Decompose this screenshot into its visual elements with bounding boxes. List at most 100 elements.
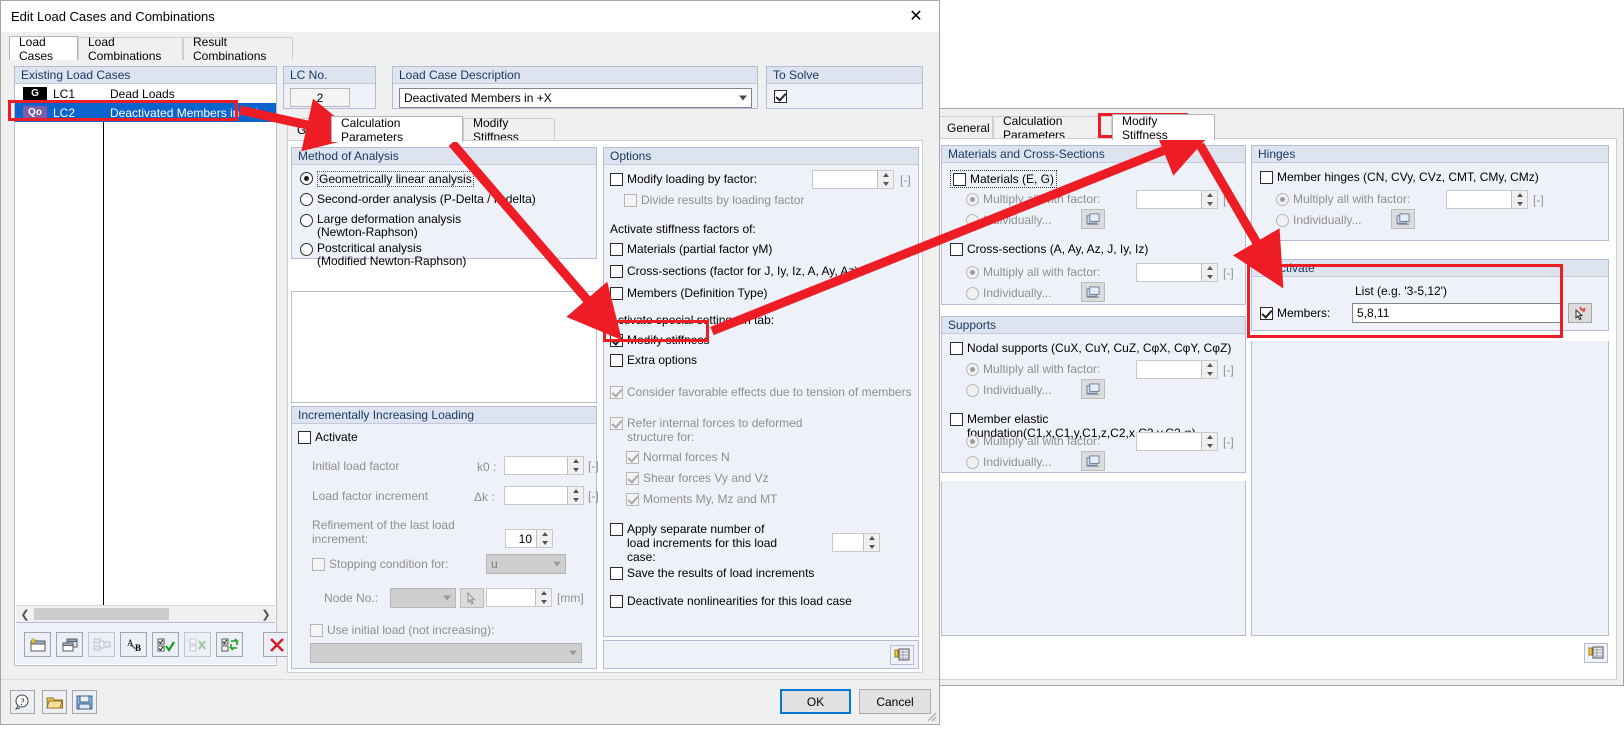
tab-modify-stiffness[interactable]: Modify Stiffness <box>1112 114 1215 142</box>
close-icon[interactable]: ✕ <box>893 1 939 31</box>
deactivate-members-input[interactable]: 5,8,11 <box>1352 303 1562 323</box>
materials-individually-radio[interactable]: Individually... <box>966 213 1051 227</box>
deactivate-members-checkbox[interactable]: Members: <box>1260 306 1330 320</box>
options-settings-table-button[interactable] <box>890 645 914 665</box>
spinner-buttons[interactable] <box>877 171 893 188</box>
modify-loading-by-factor-checkbox[interactable]: Modify loading by factor: <box>610 172 757 186</box>
nodal-individually-radio[interactable]: Individually... <box>966 383 1051 397</box>
spinner-buttons[interactable] <box>1201 433 1217 450</box>
normal-forces-checkbox[interactable]: Normal forces N <box>626 450 730 464</box>
use-initial-load-checkbox[interactable]: Use initial load (not increasing): <box>310 623 494 637</box>
member-hinges-checkbox[interactable]: Member hinges (CN, CVy, CVz, CMT, CMy, C… <box>1260 170 1539 184</box>
help-icon[interactable]: ? <box>10 690 35 714</box>
modify-loading-factor-spinner[interactable] <box>812 170 894 189</box>
cross-sections-table-edit-button[interactable] <box>1081 282 1105 302</box>
hinges-factor-spinner[interactable] <box>1446 190 1528 209</box>
load-factor-increment-spinner[interactable] <box>504 486 584 505</box>
apply-separate-increments-spinner[interactable] <box>832 533 880 552</box>
stiffness-members-checkbox[interactable]: Members (Definition Type) <box>610 286 768 300</box>
modify-stiffness-checkbox[interactable]: Modify stiffness <box>610 333 709 347</box>
spinner-buttons[interactable] <box>567 457 583 474</box>
to-solve-checkbox[interactable] <box>774 89 791 103</box>
lc-description-combo[interactable]: Deactivated Members in +X <box>399 88 752 108</box>
nodal-multiply-radio[interactable]: Multiply all with factor: <box>966 362 1100 376</box>
consider-favorable-effects-checkbox[interactable]: Consider favorable effects due to tensio… <box>610 385 912 399</box>
nodal-supports-checkbox[interactable]: Nodal supports (CuX, CuY, CuZ, CφX, CφY,… <box>950 341 1231 355</box>
radio-large-deformation[interactable]: Large deformation analysis (Newton-Raphs… <box>300 213 461 239</box>
refinement-spinner[interactable]: 10 <box>505 529 553 548</box>
scroll-right-arrow[interactable]: ❯ <box>259 608 273 621</box>
tab-modify-stiffness-left[interactable]: Modify Stiffness <box>463 116 555 144</box>
tab-result-combinations[interactable]: Result Combinations <box>183 35 293 63</box>
stopping-condition-combo[interactable]: u <box>486 554 566 574</box>
member-elastic-multiply-radio[interactable]: Multiply all with factor: <box>966 434 1100 448</box>
member-elastic-factor-spinner[interactable] <box>1136 432 1218 451</box>
use-initial-load-combo[interactable] <box>310 643 582 663</box>
scroll-left-arrow[interactable]: ❮ <box>18 608 32 621</box>
select-all-icon[interactable] <box>152 632 179 657</box>
stiffness-materials-checkbox[interactable]: Materials (partial factor γM) <box>610 242 772 256</box>
spinner-buttons[interactable] <box>1511 191 1527 208</box>
ok-button[interactable]: OK <box>780 689 851 714</box>
moments-checkbox[interactable]: Moments My, Mz and MT <box>626 492 777 506</box>
delete-icon[interactable] <box>263 632 290 657</box>
spinner-buttons[interactable] <box>1201 191 1217 208</box>
cross-sections-individually-radio[interactable]: Individually... <box>966 286 1051 300</box>
nodal-table-edit-button[interactable] <box>1081 379 1105 399</box>
scrollbar-thumb[interactable] <box>34 608 169 620</box>
refer-internal-forces-checkbox[interactable]: Refer internal forces to deformed struct… <box>610 416 840 444</box>
spinner-buttons[interactable] <box>567 487 583 504</box>
node-no-combo[interactable] <box>390 588 456 608</box>
tab-general-right[interactable]: General <box>937 116 993 139</box>
deactivate-nonlinearities-checkbox[interactable]: Deactivate nonlinearities for this load … <box>610 594 852 608</box>
load-case-row-lc2[interactable]: Qo LC2 Deactivated Members in +X <box>15 103 276 122</box>
save-icon[interactable] <box>72 690 97 714</box>
apply-separate-increments-checkbox[interactable]: Apply separate number of load increments… <box>610 522 790 564</box>
spinner-buttons[interactable] <box>535 589 551 606</box>
materials-checkbox[interactable]: Materials (E, G) <box>950 170 1058 188</box>
tab-load-combinations[interactable]: Load Combinations <box>78 35 183 63</box>
spinner-buttons[interactable] <box>536 530 552 547</box>
pick-members-button[interactable] <box>1568 303 1592 323</box>
stiffness-cross-sections-checkbox[interactable]: Cross-sections (factor for J, Iy, Iz, A,… <box>610 264 858 278</box>
cancel-button[interactable]: Cancel <box>859 689 931 714</box>
open-folder-icon[interactable] <box>42 690 67 714</box>
tab-calculation-parameters[interactable]: Calculation Parameters <box>331 116 463 144</box>
cross-sections-checkbox[interactable]: Cross-sections (A, Ay, Az, J, Iy, Iz) <box>950 242 1148 256</box>
radio-postcritical[interactable]: Postcritical analysis (Modified Newton-R… <box>300 242 466 268</box>
materials-multiply-radio[interactable]: Multiply all with factor: <box>966 192 1100 206</box>
hinges-table-edit-button[interactable] <box>1391 209 1415 229</box>
tab-calculation-parameters-right[interactable]: Calculation Parameters <box>993 114 1112 142</box>
stopping-condition-checkbox[interactable]: Stopping condition for: <box>312 557 448 571</box>
member-elastic-individually-radio[interactable]: Individually... <box>966 455 1051 469</box>
load-case-row-lc1[interactable]: G LC1 Dead Loads <box>15 84 276 103</box>
materials-table-edit-button[interactable] <box>1081 209 1105 229</box>
activate-checkbox[interactable]: Activate <box>298 430 358 444</box>
spinner-buttons[interactable] <box>863 534 879 551</box>
hinges-individually-radio[interactable]: Individually... <box>1276 213 1361 227</box>
shear-forces-checkbox[interactable]: Shear forces Vy and Vz <box>626 471 769 485</box>
extra-options-checkbox[interactable]: Extra options <box>610 353 697 367</box>
materials-factor-spinner[interactable] <box>1136 190 1218 209</box>
resize-grip[interactable] <box>923 708 937 722</box>
hinges-multiply-radio[interactable]: Multiply all with factor: <box>1276 192 1410 206</box>
right-settings-table-button[interactable] <box>1584 643 1608 663</box>
node-value-spinner[interactable] <box>486 588 552 607</box>
lc-no-input[interactable]: 2 <box>290 88 350 107</box>
rename-icon[interactable]: AB <box>120 632 147 657</box>
radio-geometrically-linear[interactable]: Geometrically linear analysis <box>300 171 474 187</box>
spinner-buttons[interactable] <box>1201 264 1217 281</box>
spinner-buttons[interactable] <box>1201 361 1217 378</box>
new-load-case-icon[interactable] <box>24 632 51 657</box>
cross-sections-multiply-radio[interactable]: Multiply all with factor: <box>966 265 1100 279</box>
nodal-factor-spinner[interactable] <box>1136 360 1218 379</box>
invert-selection-icon[interactable] <box>216 632 243 657</box>
divide-results-checkbox[interactable]: Divide results by loading factor <box>624 193 804 207</box>
load-case-list[interactable]: G LC1 Dead Loads Qo LC2 Deactivated Memb… <box>15 84 276 665</box>
radio-second-order[interactable]: Second-order analysis (P-Delta / P-delta… <box>300 192 536 206</box>
node-pick-cursor-button[interactable] <box>460 588 484 608</box>
tab-load-cases[interactable]: Load Cases <box>9 35 78 63</box>
member-elastic-table-edit-button[interactable] <box>1081 451 1105 471</box>
cross-sections-factor-spinner[interactable] <box>1136 263 1218 282</box>
initial-load-factor-spinner[interactable] <box>504 456 584 475</box>
